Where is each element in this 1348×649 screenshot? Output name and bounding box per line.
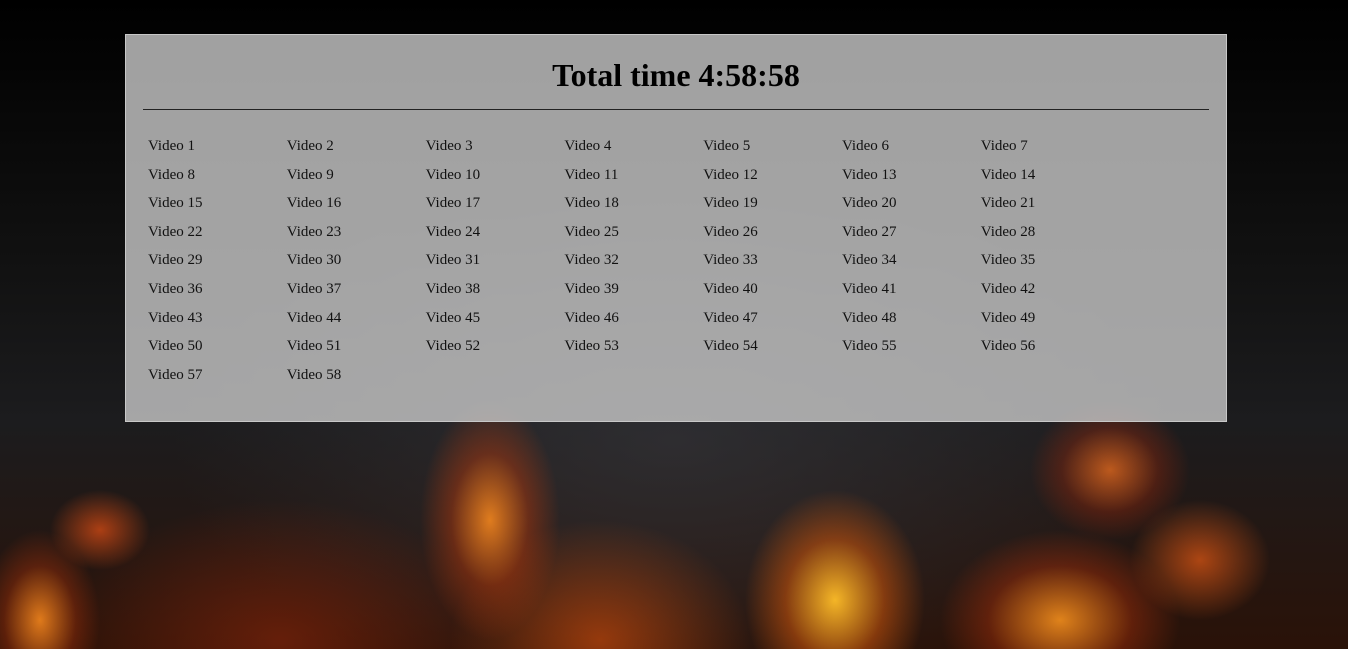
- video-link[interactable]: Video 8: [148, 165, 287, 194]
- video-link[interactable]: Video 35: [981, 250, 1120, 279]
- video-panel: Total time 4:58:58 Video 1 Video 2 Video 3…: [125, 34, 1227, 422]
- video-link[interactable]: Video 33: [703, 250, 842, 279]
- video-link[interactable]: Video 28: [981, 222, 1120, 251]
- video-link[interactable]: Video 16: [287, 193, 426, 222]
- video-link[interactable]: Video 55: [842, 336, 981, 365]
- video-link[interactable]: Video 25: [564, 222, 703, 251]
- video-link[interactable]: Video 39: [564, 279, 703, 308]
- video-link[interactable]: Video 24: [426, 222, 565, 251]
- video-link[interactable]: Video 42: [981, 279, 1120, 308]
- video-link[interactable]: Video 54: [703, 336, 842, 365]
- video-link[interactable]: Video 37: [287, 279, 426, 308]
- video-link[interactable]: Video 1: [148, 136, 287, 165]
- video-link[interactable]: Video 57: [148, 365, 287, 394]
- video-link[interactable]: Video 51: [287, 336, 426, 365]
- video-link[interactable]: Video 12: [703, 165, 842, 194]
- video-link[interactable]: Video 22: [148, 222, 287, 251]
- video-link[interactable]: Video 10: [426, 165, 565, 194]
- video-link[interactable]: Video 18: [564, 193, 703, 222]
- video-link[interactable]: Video 27: [842, 222, 981, 251]
- video-link[interactable]: Video 17: [426, 193, 565, 222]
- video-link[interactable]: Video 6: [842, 136, 981, 165]
- video-link[interactable]: Video 41: [842, 279, 981, 308]
- video-link[interactable]: Video 26: [703, 222, 842, 251]
- video-link[interactable]: Video 21: [981, 193, 1120, 222]
- video-link[interactable]: Video 15: [148, 193, 287, 222]
- video-link[interactable]: Video 56: [981, 336, 1120, 365]
- video-link[interactable]: Video 29: [148, 250, 287, 279]
- video-link[interactable]: Video 53: [564, 336, 703, 365]
- video-link[interactable]: Video 40: [703, 279, 842, 308]
- video-link[interactable]: Video 46: [564, 308, 703, 337]
- video-link[interactable]: Video 48: [842, 308, 981, 337]
- video-link[interactable]: Video 50: [148, 336, 287, 365]
- video-link[interactable]: Video 30: [287, 250, 426, 279]
- video-link[interactable]: Video 20: [842, 193, 981, 222]
- video-link[interactable]: Video 11: [564, 165, 703, 194]
- video-link[interactable]: Video 38: [426, 279, 565, 308]
- video-link[interactable]: Video 58: [287, 365, 426, 394]
- video-link[interactable]: Video 43: [148, 308, 287, 337]
- video-link[interactable]: Video 4: [564, 136, 703, 165]
- video-link[interactable]: Video 52: [426, 336, 565, 365]
- video-link[interactable]: Video 45: [426, 308, 565, 337]
- video-link[interactable]: Video 44: [287, 308, 426, 337]
- video-link[interactable]: Video 2: [287, 136, 426, 165]
- video-link[interactable]: Video 31: [426, 250, 565, 279]
- video-link[interactable]: Video 14: [981, 165, 1120, 194]
- total-time-heading: Total time 4:58:58: [552, 57, 800, 93]
- video-link[interactable]: Video 19: [703, 193, 842, 222]
- video-link[interactable]: Video 7: [981, 136, 1120, 165]
- video-link[interactable]: Video 47: [703, 308, 842, 337]
- video-link[interactable]: Video 3: [426, 136, 565, 165]
- video-link[interactable]: Video 36: [148, 279, 287, 308]
- video-link[interactable]: Video 49: [981, 308, 1120, 337]
- video-list: Video 1 Video 2 Video 3 Video 4 Video 5 Video…: [143, 110, 1209, 393]
- video-link[interactable]: Video 23: [287, 222, 426, 251]
- video-link[interactable]: Video 13: [842, 165, 981, 194]
- video-link[interactable]: Video 5: [703, 136, 842, 165]
- video-link[interactable]: Video 9: [287, 165, 426, 194]
- video-link[interactable]: Video 34: [842, 250, 981, 279]
- video-link[interactable]: Video 32: [564, 250, 703, 279]
